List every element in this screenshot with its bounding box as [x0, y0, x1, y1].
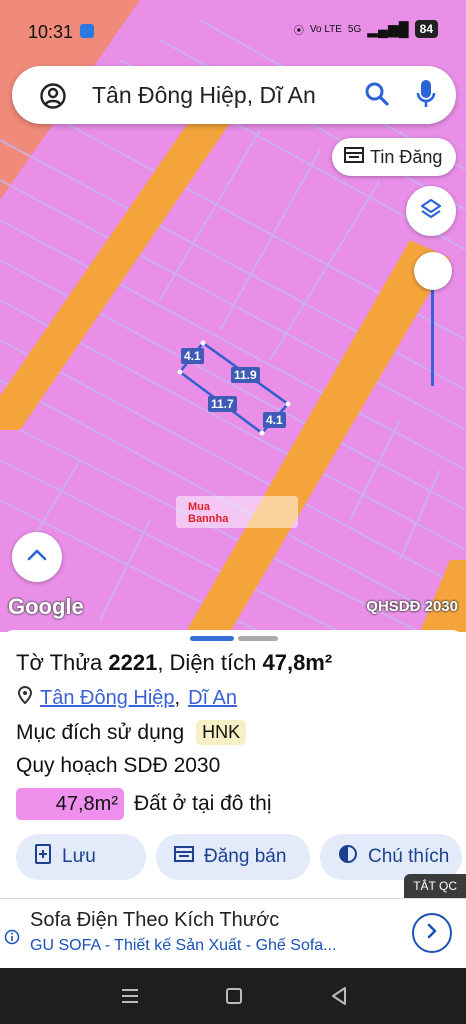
plan-area-row: 47,8m² Đất ở tại đô thị — [16, 788, 272, 820]
recents-icon[interactable] — [120, 988, 140, 1009]
save-label: Lưu — [62, 846, 96, 867]
listing-icon — [344, 146, 364, 169]
save-icon — [34, 844, 52, 870]
microphone-icon[interactable] — [416, 79, 436, 114]
sheet-page-indicator[interactable] — [238, 636, 278, 641]
ad-banner[interactable]: Sofa Điện Theo Kích Thước GU SOFA - Thiế… — [0, 898, 466, 968]
search-icon[interactable] — [364, 81, 390, 112]
land-purpose-badge: HNK — [196, 720, 247, 745]
plan-area-chip: 47,8m² — [16, 788, 124, 820]
plan-label: Quy hoạch SDĐ 2030 — [16, 754, 221, 777]
map-layer-label: QHSDĐ 2030 — [366, 598, 458, 615]
dimension-label: 11.9 — [231, 367, 260, 383]
location-pin-icon — [17, 685, 33, 710]
watermark-logo: Mua Bannha — [176, 496, 298, 528]
listings-label: Tin Đăng — [370, 146, 443, 167]
location-status-icon: ⦿ — [293, 25, 304, 37]
opacity-slider-thumb[interactable] — [414, 252, 452, 290]
ad-title[interactable]: Sofa Điện Theo Kích Thước — [30, 909, 279, 932]
land-purpose-row: Mục đích sử dụng HNK — [16, 720, 247, 745]
ad-subtitle[interactable]: GU SOFA - Thiết kế Sản Xuất - Ghế Sofa..… — [30, 937, 337, 955]
dimension-label: 11.7 — [208, 396, 237, 412]
layers-icon — [419, 197, 443, 226]
parcel-info-sheet[interactable]: Tờ Thửa 2221, Diện tích 47,8m² Tân Đông … — [0, 630, 466, 968]
plan-land-type: Đất ở tại đô thị — [134, 792, 272, 815]
account-icon[interactable] — [40, 83, 66, 114]
status-time: 10:31 — [28, 22, 74, 42]
opacity-slider-track[interactable] — [431, 288, 434, 386]
close-ad-button[interactable]: TẮT QC — [404, 874, 466, 898]
expand-button[interactable] — [12, 532, 62, 582]
listings-button[interactable]: Tin Đăng — [332, 138, 456, 176]
app-notification-icon — [80, 24, 94, 38]
map-view[interactable]: 4.1 11.9 11.7 4.1 Mua Bannha 10:31 ⦿ Vo … — [0, 0, 466, 632]
search-input[interactable]: Tân Đông Hiệp, Dĩ An — [92, 82, 316, 109]
google-logo: Google — [8, 594, 84, 619]
home-icon[interactable] — [226, 988, 242, 1004]
back-icon[interactable] — [330, 986, 348, 1011]
legend-label: Chú thích — [368, 846, 450, 867]
land-purpose-label: Mục đích sử dụng — [16, 720, 185, 744]
sheet-page-indicator-active[interactable] — [190, 636, 234, 641]
layers-button[interactable] — [406, 186, 456, 236]
dimension-label: 4.1 — [181, 348, 204, 364]
volte-label: Vo LTE — [309, 23, 342, 35]
post-listing-label: Đăng bán — [204, 846, 287, 867]
chevron-right-icon — [425, 922, 439, 945]
system-nav-bar — [0, 968, 466, 1024]
save-button[interactable]: Lưu — [16, 834, 146, 880]
status-bar: 10:31 ⦿ Vo LTE 5G ▂▄▆█ 84 — [0, 0, 466, 60]
dimension-label: 4.1 — [263, 412, 286, 428]
legend-icon — [338, 844, 358, 870]
search-bar[interactable]: Tân Đông Hiệp, Dĩ An — [12, 66, 456, 124]
signal-icon: ▂▄▆█ — [367, 20, 409, 37]
action-buttons: Lưu Đăng bán Chú thích — [16, 834, 462, 880]
ad-open-button[interactable] — [412, 913, 452, 953]
post-listing-button[interactable]: Đăng bán — [156, 834, 310, 880]
listing-icon — [174, 845, 194, 869]
battery-indicator: 84 — [414, 20, 438, 38]
parcel-title: Tờ Thửa 2221, Diện tích 47,8m² — [16, 650, 333, 675]
parcel-location: Tân Đông Hiệp, Dĩ An — [17, 685, 237, 710]
city-link[interactable]: Dĩ An — [188, 687, 237, 710]
chevron-up-icon — [26, 548, 48, 567]
info-icon[interactable] — [4, 929, 20, 950]
ward-link[interactable]: Tân Đông Hiệp — [40, 687, 175, 710]
network-label: 5G — [347, 23, 362, 35]
